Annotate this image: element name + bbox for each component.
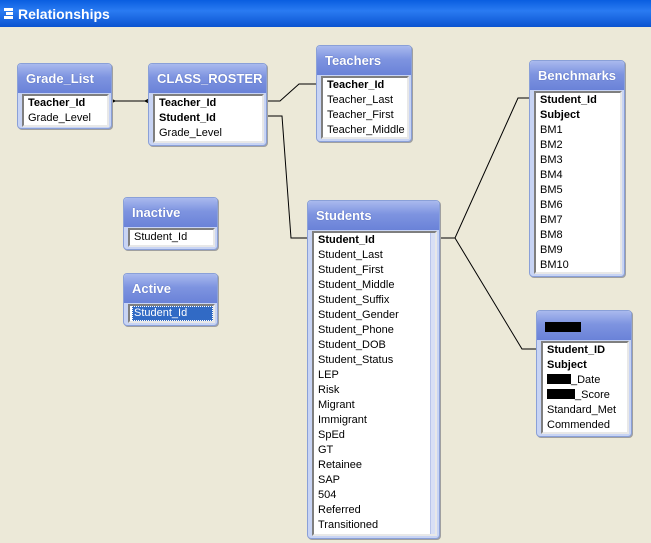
field-teacher-id[interactable]: Teacher_Id bbox=[327, 78, 407, 93]
table-title[interactable]: Benchmarks bbox=[530, 61, 624, 90]
field-risk[interactable]: Risk bbox=[318, 383, 435, 398]
field-sap[interactable]: SAP bbox=[318, 473, 435, 488]
field-sped[interactable]: SpEd bbox=[318, 428, 435, 443]
table-students[interactable]: Students Student_Id Student_Last Student… bbox=[307, 200, 440, 539]
field-list[interactable]: Teacher_Id Teacher_Last Teacher_First Te… bbox=[321, 76, 409, 139]
table-teachers[interactable]: Teachers Teacher_Id Teacher_Last Teacher… bbox=[316, 45, 412, 142]
field-subject[interactable]: Subject bbox=[540, 108, 620, 123]
field-bm2[interactable]: BM2 bbox=[540, 138, 620, 153]
field-standard-met[interactable]: Standard_Met bbox=[547, 403, 627, 418]
field-student-id[interactable]: Student_ID bbox=[547, 343, 627, 358]
field-bm9[interactable]: BM9 bbox=[540, 243, 620, 258]
field-teacher-last[interactable]: Teacher_Last bbox=[327, 93, 407, 108]
table-title[interactable]: Active bbox=[124, 274, 217, 303]
field-bm6[interactable]: BM6 bbox=[540, 198, 620, 213]
field-retainee[interactable]: Retainee bbox=[318, 458, 435, 473]
table-title[interactable]: Students bbox=[308, 201, 439, 230]
field-student-id-selected[interactable]: Student_Id bbox=[132, 306, 213, 321]
field-bm7[interactable]: BM7 bbox=[540, 213, 620, 228]
field-teacher-middle[interactable]: Teacher_Middle bbox=[327, 123, 407, 137]
field-commended[interactable]: Commended bbox=[547, 418, 627, 432]
field-list[interactable]: Student_Id Subject BM1 BM2 BM3 BM4 BM5 B… bbox=[534, 91, 622, 274]
table-title[interactable]: Inactive bbox=[124, 198, 217, 227]
field-bm4[interactable]: BM4 bbox=[540, 168, 620, 183]
field-list[interactable]: Student_Id bbox=[128, 304, 215, 323]
field-date[interactable]: _Date bbox=[547, 373, 627, 388]
field-date-label: _Date bbox=[571, 374, 601, 386]
table-title[interactable] bbox=[537, 311, 631, 340]
field-list[interactable]: Teacher_Id Grade_Level bbox=[22, 94, 109, 127]
table-grade-list[interactable]: Grade_List Teacher_Id Grade_Level bbox=[17, 63, 112, 129]
field-list[interactable]: Student_ID Subject _Date _Score Standard… bbox=[541, 341, 629, 434]
field-bm8[interactable]: BM8 bbox=[540, 228, 620, 243]
table-class-roster[interactable]: CLASS_ROSTER Teacher_Id Student_Id Grade… bbox=[148, 63, 267, 146]
redacted-prefix bbox=[547, 389, 575, 399]
field-list[interactable]: Teacher_Id Student_Id Grade_Level bbox=[153, 94, 264, 143]
field-student-id[interactable]: Student_Id bbox=[318, 233, 435, 248]
title-bar[interactable]: Relationships bbox=[0, 0, 651, 27]
table-scores[interactable]: Student_ID Subject _Date _Score Standard… bbox=[536, 310, 632, 437]
field-grade-level[interactable]: Grade_Level bbox=[159, 126, 262, 141]
field-student-dob[interactable]: Student_DOB bbox=[318, 338, 435, 353]
field-subject[interactable]: Subject bbox=[547, 358, 627, 373]
scrollbar[interactable] bbox=[430, 233, 435, 534]
table-inactive[interactable]: Inactive Student_Id bbox=[123, 197, 218, 250]
field-list[interactable]: Student_Id Student_Last Student_First St… bbox=[312, 231, 437, 536]
table-benchmarks[interactable]: Benchmarks Student_Id Subject BM1 BM2 BM… bbox=[529, 60, 625, 277]
field-student-first[interactable]: Student_First bbox=[318, 263, 435, 278]
field-grade-level[interactable]: Grade_Level bbox=[28, 111, 107, 125]
field-student-middle[interactable]: Student_Middle bbox=[318, 278, 435, 293]
field-student-phone[interactable]: Student_Phone bbox=[318, 323, 435, 338]
field-list[interactable]: Student_Id bbox=[128, 228, 215, 247]
window-icon[interactable] bbox=[4, 7, 13, 20]
table-title[interactable]: CLASS_ROSTER bbox=[149, 64, 266, 93]
field-bm5[interactable]: BM5 bbox=[540, 183, 620, 198]
field-student-gender[interactable]: Student_Gender bbox=[318, 308, 435, 323]
field-migrant[interactable]: Migrant bbox=[318, 398, 435, 413]
table-title[interactable]: Teachers bbox=[317, 46, 411, 75]
field-bm10[interactable]: BM10 bbox=[540, 258, 620, 272]
field-gt[interactable]: GT bbox=[318, 443, 435, 458]
field-student-suffix[interactable]: Student_Suffix bbox=[318, 293, 435, 308]
field-immigrant[interactable]: Immigrant bbox=[318, 413, 435, 428]
field-referred[interactable]: Referred bbox=[318, 503, 435, 518]
field-teacher-first[interactable]: Teacher_First bbox=[327, 108, 407, 123]
field-student-id[interactable]: Student_Id bbox=[134, 230, 213, 245]
field-bm1[interactable]: BM1 bbox=[540, 123, 620, 138]
redacted-prefix bbox=[547, 374, 571, 384]
field-score[interactable]: _Score bbox=[547, 388, 627, 403]
field-student-status[interactable]: Student_Status bbox=[318, 353, 435, 368]
field-lep[interactable]: LEP bbox=[318, 368, 435, 383]
window-title: Relationships bbox=[18, 5, 110, 22]
redacted-title bbox=[545, 321, 581, 332]
field-student-id[interactable]: Student_Id bbox=[540, 93, 620, 108]
field-score-label: _Score bbox=[575, 389, 610, 401]
field-transitioned[interactable]: Transitioned bbox=[318, 518, 435, 533]
field-bm3[interactable]: BM3 bbox=[540, 153, 620, 168]
table-title[interactable]: Grade_List bbox=[18, 64, 111, 93]
field-student-last[interactable]: Student_Last bbox=[318, 248, 435, 263]
field-teacher-id[interactable]: Teacher_Id bbox=[159, 96, 262, 111]
field-student-id[interactable]: Student_Id bbox=[159, 111, 262, 126]
table-active[interactable]: Active Student_Id bbox=[123, 273, 218, 326]
field-teacher-id[interactable]: Teacher_Id bbox=[28, 96, 107, 111]
field-504[interactable]: 504 bbox=[318, 488, 435, 503]
